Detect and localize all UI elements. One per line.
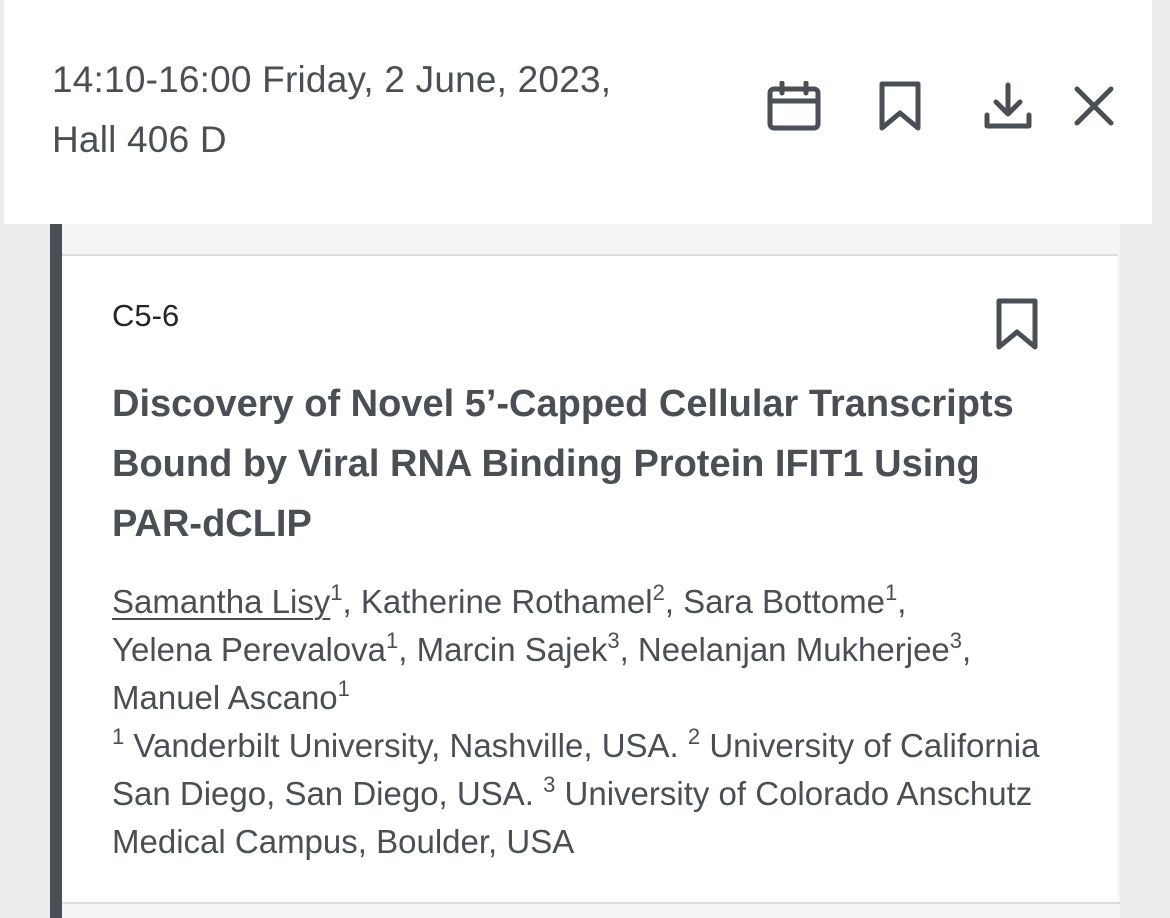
author-affiliation-number: 2: [652, 580, 665, 605]
abstract-title: Discovery of Novel 5’-Capped Cellular Tr…: [112, 374, 1072, 554]
card-divider: [62, 902, 1120, 904]
author-line: Yelena Perevalova1, Marcin Sajek3, Neela…: [112, 626, 1072, 674]
author-affiliation-number: 1: [884, 580, 898, 605]
session-header: 14:10-16:00 Friday, 2 June, 2023, Hall 4…: [4, 0, 1152, 224]
session-location: Hall 406 D: [52, 119, 227, 160]
author-separator: ,: [398, 631, 417, 668]
author-line: Samantha Lisy1, Katherine Rothamel2, Sar…: [112, 578, 1072, 626]
affiliation-number: 2: [687, 724, 701, 749]
author-affiliation-number: 3: [949, 628, 963, 653]
session-info: 14:10-16:00 Friday, 2 June, 2023, Hall 4…: [52, 50, 702, 170]
download-icon[interactable]: [980, 78, 1036, 134]
bookmark-icon[interactable]: [872, 78, 928, 134]
abstract-code: C5-6: [112, 298, 180, 333]
affiliation-number: 1: [112, 724, 125, 749]
title-line: Discovery of Novel 5’-Capped Cellular Tr…: [112, 383, 1014, 425]
author-separator: ,: [897, 583, 907, 620]
affiliation-list: 1 Vanderbilt University, Nashville, USA.…: [112, 722, 1072, 866]
author-affiliation-number: 1: [337, 676, 350, 701]
abstract-card[interactable]: C5-6 Discovery of Novel 5’-Capped Cellul…: [62, 254, 1118, 904]
author-affiliation-number: 3: [607, 628, 620, 653]
author-name: Marcin Sajek: [416, 631, 608, 668]
author-affiliation-number: 1: [386, 628, 399, 653]
author-name: Manuel Ascano: [112, 679, 338, 716]
title-line: Bound by Viral RNA Binding Protein IFIT1…: [112, 443, 980, 485]
author-name: Yelena Perevalova: [112, 631, 386, 668]
author-separator: ,: [619, 631, 638, 668]
presenting-author[interactable]: Samantha Lisy: [112, 583, 330, 620]
author-list: Samantha Lisy1, Katherine Rothamel2, Sar…: [112, 578, 1072, 722]
author-name: Neelanjan Mukherjee: [637, 631, 950, 668]
title-line: PAR-dCLIP: [112, 503, 312, 545]
calendar-icon[interactable]: [766, 78, 822, 134]
author-separator: ,: [342, 583, 361, 620]
affiliation-number: 3: [543, 772, 556, 797]
author-name: Sara Bottome: [683, 583, 885, 620]
affiliation-text: Vanderbilt University, Nashville, USA.: [133, 727, 679, 764]
author-line: Manuel Ascano1: [112, 674, 1072, 722]
bookmark-icon[interactable]: [990, 294, 1044, 354]
author-name: Katherine Rothamel: [360, 583, 653, 620]
author-separator: ,: [664, 583, 684, 620]
session-accent-bar: [50, 224, 62, 918]
author-affiliation-number: 1: [330, 580, 343, 605]
session-datetime: 14:10-16:00 Friday, 2 June, 2023,: [52, 59, 612, 100]
close-icon[interactable]: [1066, 78, 1122, 134]
author-separator: ,: [962, 631, 972, 668]
